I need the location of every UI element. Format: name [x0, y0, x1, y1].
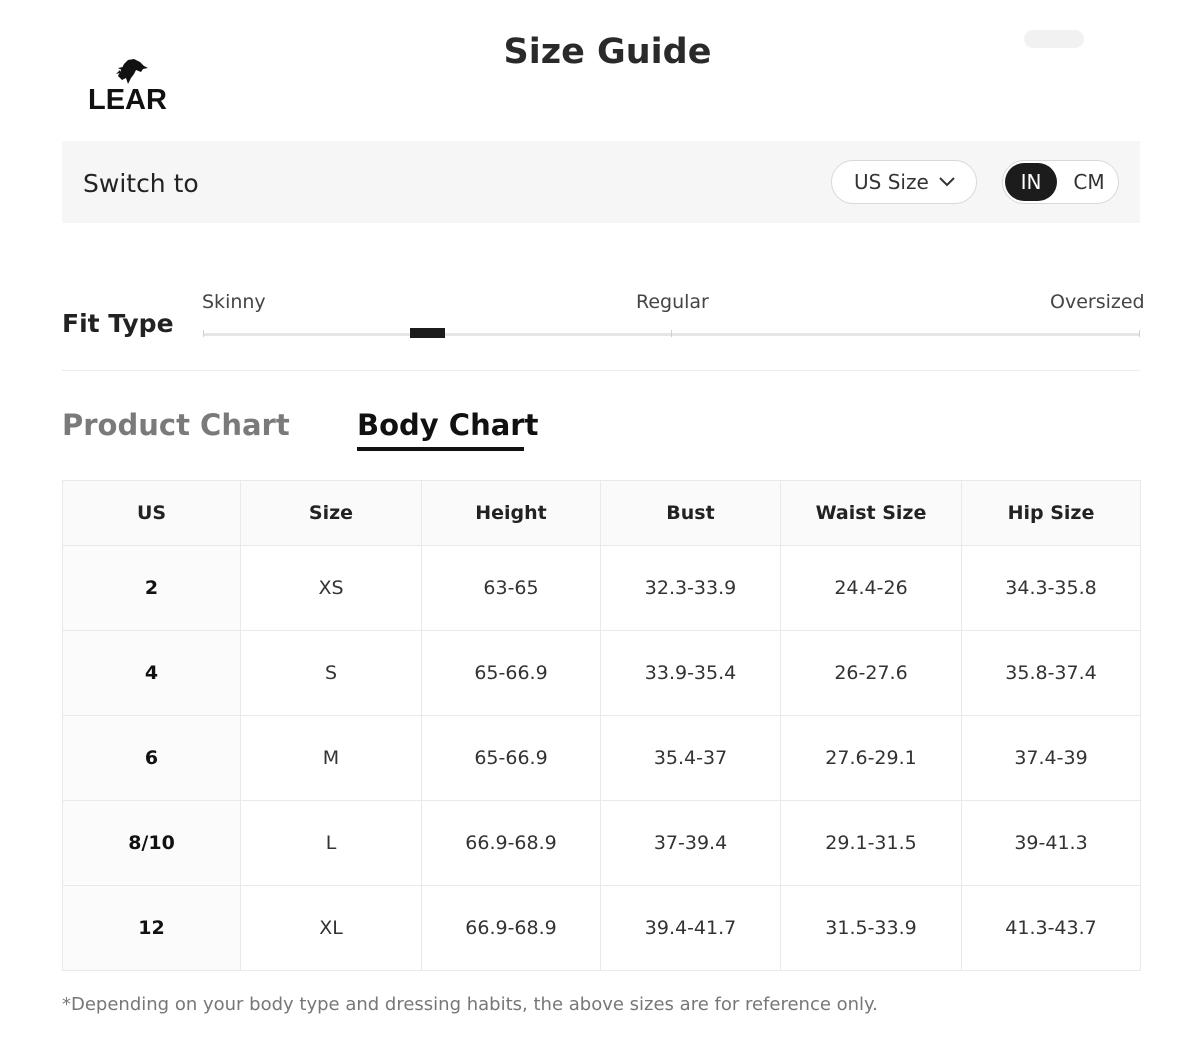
column-header-size: Size: [240, 480, 422, 546]
table-cell: XS: [240, 545, 422, 631]
table-cell: 32.3-33.9: [600, 545, 781, 631]
table-cell: 39.4-41.7: [600, 885, 781, 971]
divider: [62, 370, 1140, 371]
column-header-height: Height: [421, 480, 601, 546]
table-cell: 34.3-35.8: [961, 545, 1141, 631]
table-cell: 33.9-35.4: [600, 630, 781, 716]
table-cell: 8/10: [62, 800, 241, 886]
size-table: US Size Height Bust Waist Size Hip Size 2 XS 63…: [62, 480, 1141, 971]
table-cell: 63-65: [421, 545, 601, 631]
table-cell: 29.1-31.5: [780, 800, 962, 886]
table-cell: 24.4-26: [780, 545, 962, 631]
table-cell: 35.8-37.4: [961, 630, 1141, 716]
size-system-select[interactable]: US Size: [831, 160, 977, 204]
fit-mark-regular: Regular: [636, 291, 709, 313]
fit-mark-skinny: Skinny: [202, 291, 266, 313]
table-cell: 26-27.6: [780, 630, 962, 716]
table-cell: 4: [62, 630, 241, 716]
chevron-down-icon: [939, 177, 955, 187]
column-header-us: US: [62, 480, 241, 546]
table-row: 8/10 L 66.9-68.9 37-39.4 29.1-31.5 39-41.3: [62, 800, 1141, 886]
table-cell: 66.9-68.9: [421, 800, 601, 886]
table-header-row: US Size Height Bust Waist Size Hip Size: [62, 480, 1141, 546]
tab-body-chart[interactable]: Body Chart: [357, 408, 538, 442]
table-cell: 39-41.3: [961, 800, 1141, 886]
table-cell: M: [240, 715, 422, 801]
fit-tick: [671, 330, 672, 337]
table-row: 2 XS 63-65 32.3-33.9 24.4-26 34.3-35.8: [62, 545, 1141, 631]
table-cell: 12: [62, 885, 241, 971]
table-cell: 66.9-68.9: [421, 885, 601, 971]
table-cell: 41.3-43.7: [961, 885, 1141, 971]
logo-text: LEAR: [88, 84, 167, 116]
fit-tick: [203, 330, 204, 337]
switch-bar: Switch to US Size IN CM: [62, 141, 1140, 223]
column-header-bust: Bust: [600, 480, 781, 546]
fit-tick: [1139, 330, 1140, 337]
table-row: 12 XL 66.9-68.9 39.4-41.7 31.5-33.9 41.3-43.7: [62, 885, 1141, 971]
table-cell: L: [240, 800, 422, 886]
table-cell: 27.6-29.1: [780, 715, 962, 801]
table-cell: 37.4-39: [961, 715, 1141, 801]
unit-toggle: IN CM: [1002, 160, 1119, 204]
table-row: 6 M 65-66.9 35.4-37 27.6-29.1 37.4-39: [62, 715, 1141, 801]
fit-mark-oversized: Oversized: [1050, 291, 1145, 313]
close-pill[interactable]: [1024, 30, 1084, 48]
column-header-waist: Waist Size: [780, 480, 962, 546]
size-system-value: US Size: [854, 170, 929, 194]
table-cell: 31.5-33.9: [780, 885, 962, 971]
table-cell: 37-39.4: [600, 800, 781, 886]
column-header-hip: Hip Size: [961, 480, 1141, 546]
unit-in-button[interactable]: IN: [1005, 163, 1057, 201]
unit-cm-button[interactable]: CM: [1061, 163, 1117, 201]
table-cell: 65-66.9: [421, 630, 601, 716]
table-cell: XL: [240, 885, 422, 971]
footnote: *Depending on your body type and dressin…: [62, 994, 878, 1015]
tab-product-chart[interactable]: Product Chart: [62, 408, 290, 442]
table-cell: 6: [62, 715, 241, 801]
table-row: 4 S 65-66.9 33.9-35.4 26-27.6 35.8-37.4: [62, 630, 1141, 716]
switch-label: Switch to: [83, 169, 199, 198]
table-cell: 35.4-37: [600, 715, 781, 801]
active-tab-underline: [357, 447, 524, 451]
table-cell: 2: [62, 545, 241, 631]
table-cell: S: [240, 630, 422, 716]
fit-type-indicator: [410, 328, 445, 338]
page-title: Size Guide: [503, 32, 712, 72]
table-cell: 65-66.9: [421, 715, 601, 801]
fit-type-label: Fit Type: [62, 309, 174, 338]
